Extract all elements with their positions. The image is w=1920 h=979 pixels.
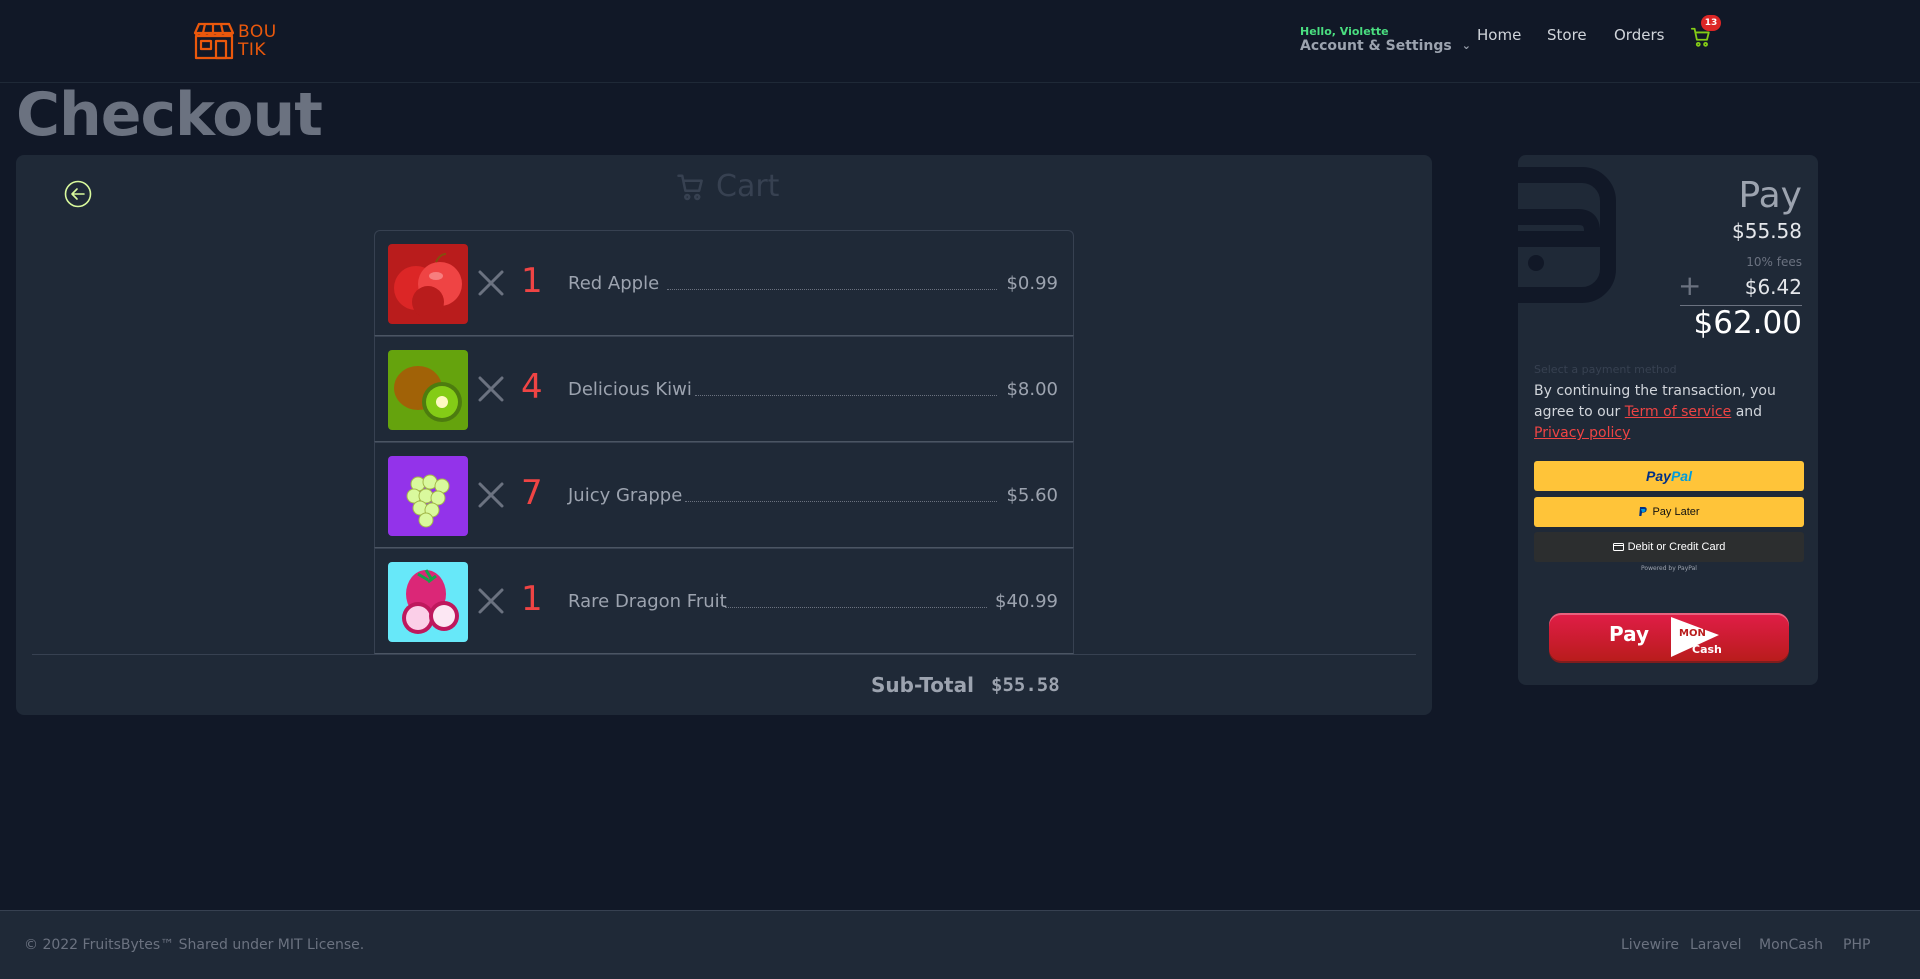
- subtotal-divider: [32, 654, 1416, 655]
- cart-item: 4 Delicious Kiwi $8.00: [374, 336, 1074, 442]
- account-menu[interactable]: Hello, Violette Account & Settings ⌄: [1300, 25, 1471, 55]
- powered-by-paypal: Powered by PayPal: [1641, 565, 1697, 572]
- credit-card-icon: [1612, 543, 1624, 551]
- logo-text: BOU TIK: [238, 23, 277, 59]
- item-price: $5.60: [1006, 485, 1058, 506]
- fees-amount: $6.42: [1744, 275, 1802, 299]
- greeting: Hello, Violette: [1300, 25, 1389, 38]
- terms-agreement: By continuing the transaction, you agree…: [1534, 381, 1806, 444]
- item-quantity: 1: [521, 261, 543, 301]
- moncash-pay-label: Pay: [1609, 622, 1650, 646]
- footer-link-livewire[interactable]: Livewire: [1621, 937, 1679, 953]
- logo-text-line-2: TIK: [238, 40, 267, 60]
- item-quantity: 1: [521, 579, 543, 619]
- fees-label: 10% fees: [1746, 255, 1802, 269]
- item-price: $8.00: [1006, 379, 1058, 400]
- cart-count-badge: 13: [1701, 15, 1721, 31]
- total-amount: $62.00: [1693, 305, 1802, 341]
- boutik-logo[interactable]: BOU TIK: [191, 21, 277, 61]
- footer-link-laravel[interactable]: Laravel: [1690, 937, 1742, 953]
- cart-icon: [677, 174, 703, 200]
- card-label: Debit or Credit Card: [1627, 541, 1726, 553]
- account-settings-label: Account & Settings ⌄: [1300, 38, 1471, 54]
- item-quantity: 7: [521, 473, 543, 513]
- paypal-logo-part-1: Pay: [1646, 468, 1671, 484]
- nav-orders[interactable]: Orders: [1614, 26, 1664, 44]
- and-text: and: [1735, 404, 1763, 420]
- plus-icon: +: [1678, 269, 1702, 302]
- account-settings-text: Account & Settings: [1300, 38, 1452, 54]
- site-header: BOU TIK Hello, Violette Account & Settin…: [0, 0, 1920, 83]
- terms-of-service-link[interactable]: Term of service: [1625, 404, 1731, 420]
- pay-amount: $55.58: [1732, 219, 1802, 243]
- nav-home[interactable]: Home: [1477, 26, 1521, 44]
- cart-items-list: 1 Red Apple $0.99 4 Delicious Kiwi $8.00: [374, 230, 1074, 654]
- paypal-button[interactable]: Pay Pal: [1534, 461, 1804, 491]
- back-arrow-icon[interactable]: [64, 180, 92, 208]
- storefront-icon: [193, 22, 235, 60]
- debit-credit-card-button[interactable]: Debit or Credit Card: [1534, 532, 1804, 562]
- multiply-icon: [478, 482, 504, 508]
- logo-text-line-1: BOU: [238, 22, 277, 42]
- dotted-leader: [695, 395, 997, 396]
- item-quantity: 4: [521, 367, 543, 407]
- pay-panel: Pay $55.58 10% fees + $6.42 $62.00 Selec…: [1518, 155, 1818, 685]
- item-name: Delicious Kiwi: [568, 379, 692, 400]
- paypal-icon: [1639, 506, 1648, 516]
- footer-link-php[interactable]: PHP: [1843, 937, 1870, 953]
- multiply-icon: [478, 270, 504, 296]
- item-name: Red Apple: [568, 273, 660, 294]
- dotted-leader: [725, 607, 987, 608]
- copyright: © 2022 FruitsBytes™ Shared under MIT Lic…: [24, 937, 365, 953]
- cart-item: 1 Red Apple $0.99: [374, 230, 1074, 336]
- moncash-mon-label: MON: [1679, 628, 1706, 639]
- cart-item: 7 Juicy Grappe $5.60: [374, 442, 1074, 548]
- item-price: $40.99: [995, 591, 1058, 612]
- moncash-pay-button[interactable]: Pay MON Cash: [1549, 613, 1789, 661]
- cart-item: 1 Rare Dragon Fruit $40.99: [374, 548, 1074, 654]
- item-name: Juicy Grappe: [568, 485, 683, 506]
- item-name: Rare Dragon Fruit: [568, 591, 727, 612]
- payment-method-label: Select a payment method: [1534, 363, 1677, 376]
- nav-store[interactable]: Store: [1547, 26, 1587, 44]
- paypal-logo-part-2: Pal: [1670, 468, 1692, 484]
- moncash-cash-label: Cash: [1692, 643, 1722, 656]
- dotted-leader: [667, 289, 997, 290]
- kiwi-image: [388, 350, 468, 430]
- cart-title: Cart: [716, 169, 780, 204]
- cart-panel: Cart 1 Red Apple $0.99 4 Delicious Kiwi …: [16, 155, 1432, 715]
- item-price: $0.99: [1006, 273, 1058, 294]
- privacy-policy-link[interactable]: Privacy policy: [1534, 425, 1630, 441]
- dotted-leader: [685, 501, 997, 502]
- multiply-icon: [478, 588, 504, 614]
- subtotal-label: Sub-Total: [871, 673, 974, 697]
- pay-later-label: Pay Later: [1652, 506, 1700, 518]
- dragon-fruit-image: [388, 562, 468, 642]
- chevron-down-icon: ⌄: [1461, 39, 1471, 52]
- pay-title: Pay: [1738, 175, 1802, 216]
- red-apple-image: [388, 244, 468, 324]
- wallet-icon: [1518, 167, 1616, 303]
- grapes-image: [388, 456, 468, 536]
- page-title: Checkout: [16, 80, 323, 150]
- footer-link-moncash[interactable]: MonCash: [1759, 937, 1823, 953]
- paypal-pay-later-button[interactable]: Pay Later: [1534, 497, 1804, 527]
- subtotal-value: $55.58: [991, 674, 1060, 696]
- cart-heading: Cart: [676, 169, 779, 204]
- multiply-icon: [478, 376, 504, 402]
- site-footer: © 2022 FruitsBytes™ Shared under MIT Lic…: [0, 910, 1920, 979]
